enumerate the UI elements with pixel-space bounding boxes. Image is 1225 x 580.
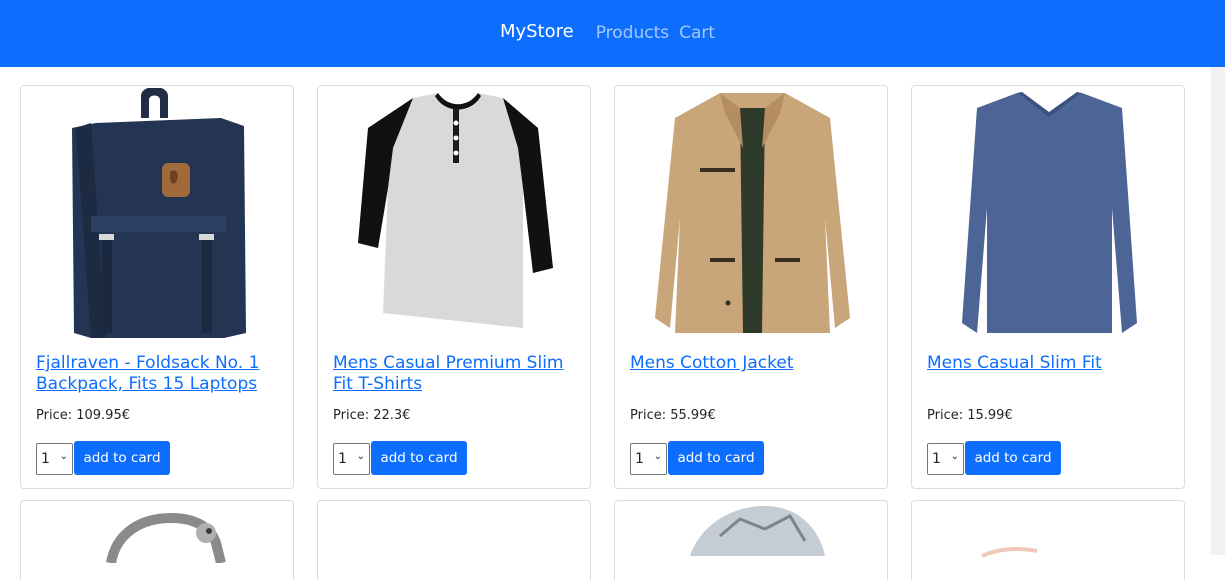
jewelry-image[interactable] [937,501,1162,561]
bracelet-image[interactable] [46,503,271,563]
product-title-link[interactable]: Mens Casual Premium Slim Fit T-Shirts [333,353,573,395]
product-price: Price: 15.99€ [927,408,1013,423]
product-card: Mens Cotton Jacket Price: 55.99€ 1 ⌄ add … [614,85,888,489]
price-label: Price: [333,408,374,423]
navbar: MyStore Products Cart [0,0,1225,67]
quantity-select[interactable]: 1 ⌄ [630,443,667,475]
product-card [317,500,591,580]
quantity-value: 1 [338,451,347,467]
product-title-link[interactable]: Mens Casual Slim Fit [927,353,1167,374]
price-currency: € [1004,408,1013,423]
product-price: Price: 109.95€ [36,408,130,423]
chevron-down-icon: ⌄ [356,451,365,462]
quantity-value: 1 [635,451,644,467]
product-card [911,500,1185,580]
blank-image[interactable] [343,503,568,563]
price-currency: € [121,408,131,423]
price-value: 55.99 [670,408,708,423]
product-card: Fjallraven - Foldsack No. 1 Backpack, Fi… [20,85,294,489]
tshirt-image[interactable] [343,88,568,338]
quantity-select[interactable]: 1 ⌄ [36,443,73,475]
add-to-cart-button[interactable]: add to card [965,441,1061,475]
price-label: Price: [927,408,968,423]
product-card [20,500,294,580]
page-scrollbar[interactable] [1211,67,1225,555]
brand-link[interactable]: MyStore [500,21,574,42]
backpack-image[interactable] [46,88,271,338]
product-title-link[interactable]: Fjallraven - Foldsack No. 1 Backpack, Fi… [36,353,276,395]
nav-products-link[interactable]: Products [596,23,669,43]
product-card [614,500,888,580]
add-to-cart-button[interactable]: add to card [668,441,764,475]
price-value: 15.99 [967,408,1005,423]
add-to-cart-button[interactable]: add to card [371,441,467,475]
quantity-value: 1 [41,451,50,467]
quantity-select[interactable]: 1 ⌄ [927,443,964,475]
quantity-select[interactable]: 1 ⌄ [333,443,370,475]
price-value: 22.3 [373,408,403,423]
quantity-value: 1 [932,451,941,467]
add-to-cart-button[interactable]: add to card [74,441,170,475]
jacket-image[interactable] [640,88,865,338]
ring-image[interactable] [640,501,865,561]
chevron-down-icon: ⌄ [950,451,959,462]
product-card: Mens Casual Slim Fit Price: 15.99€ 1 ⌄ ad… [911,85,1185,489]
product-price: Price: 22.3€ [333,408,410,423]
product-price: Price: 55.99€ [630,408,716,423]
chevron-down-icon: ⌄ [653,451,662,462]
price-currency: € [707,408,716,423]
price-label: Price: [36,408,77,423]
product-card: Mens Casual Premium Slim Fit T-Shirts Pr… [317,85,591,489]
price-value: 109.95 [76,408,122,423]
price-label: Price: [630,408,671,423]
chevron-down-icon: ⌄ [59,451,68,462]
longsleeve-image[interactable] [937,88,1162,338]
price-currency: € [402,408,411,423]
nav-cart-link[interactable]: Cart [679,23,715,43]
product-title-link[interactable]: Mens Cotton Jacket [630,353,870,374]
